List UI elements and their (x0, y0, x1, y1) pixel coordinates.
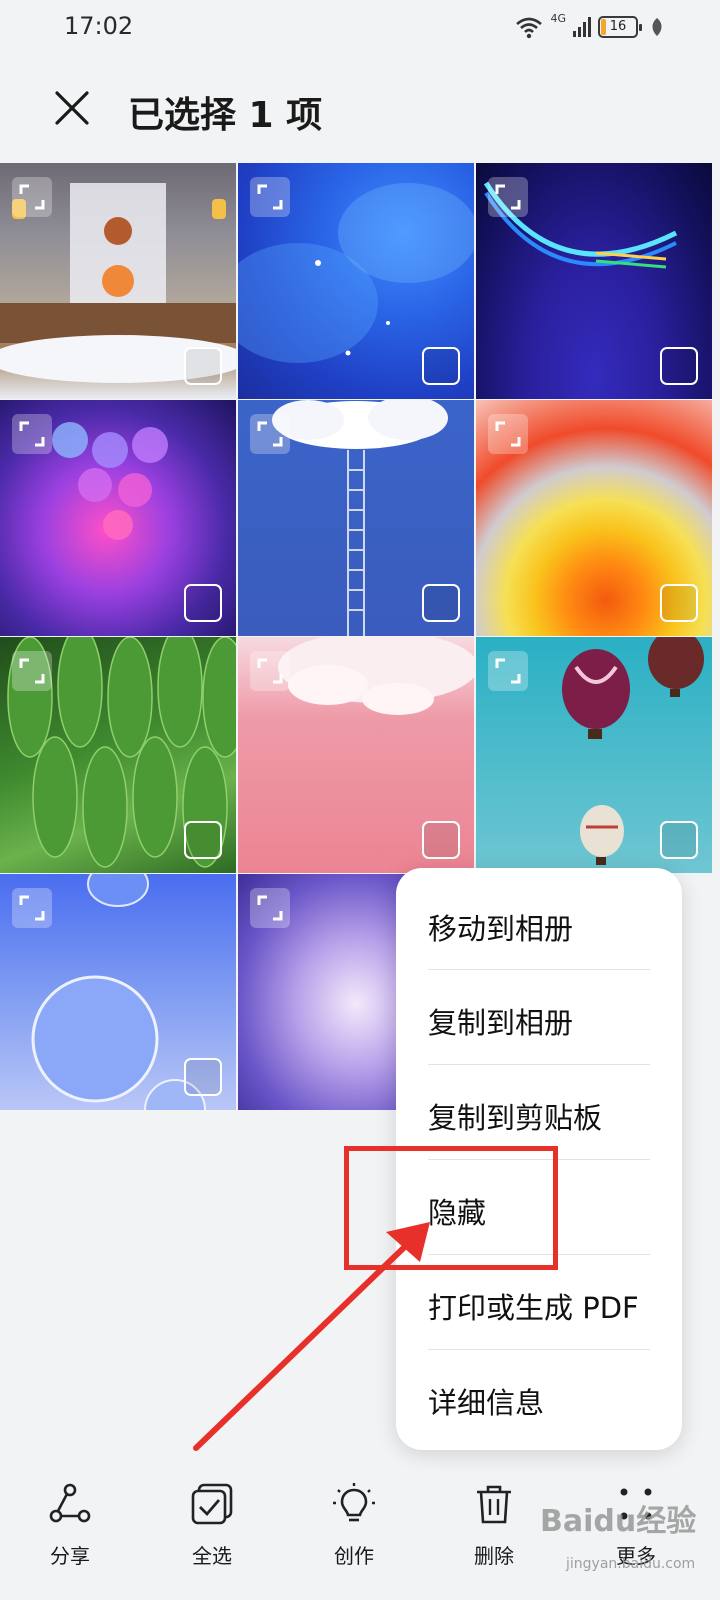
watermark-logo: Baidu经验 (540, 1504, 697, 1539)
watermark: Baidu经验 jingyan.baidu.com (540, 1496, 720, 1600)
watermark-url: jingyan.baidu.com (566, 1556, 696, 1572)
annotation-arrow-icon (193, 1222, 430, 1451)
